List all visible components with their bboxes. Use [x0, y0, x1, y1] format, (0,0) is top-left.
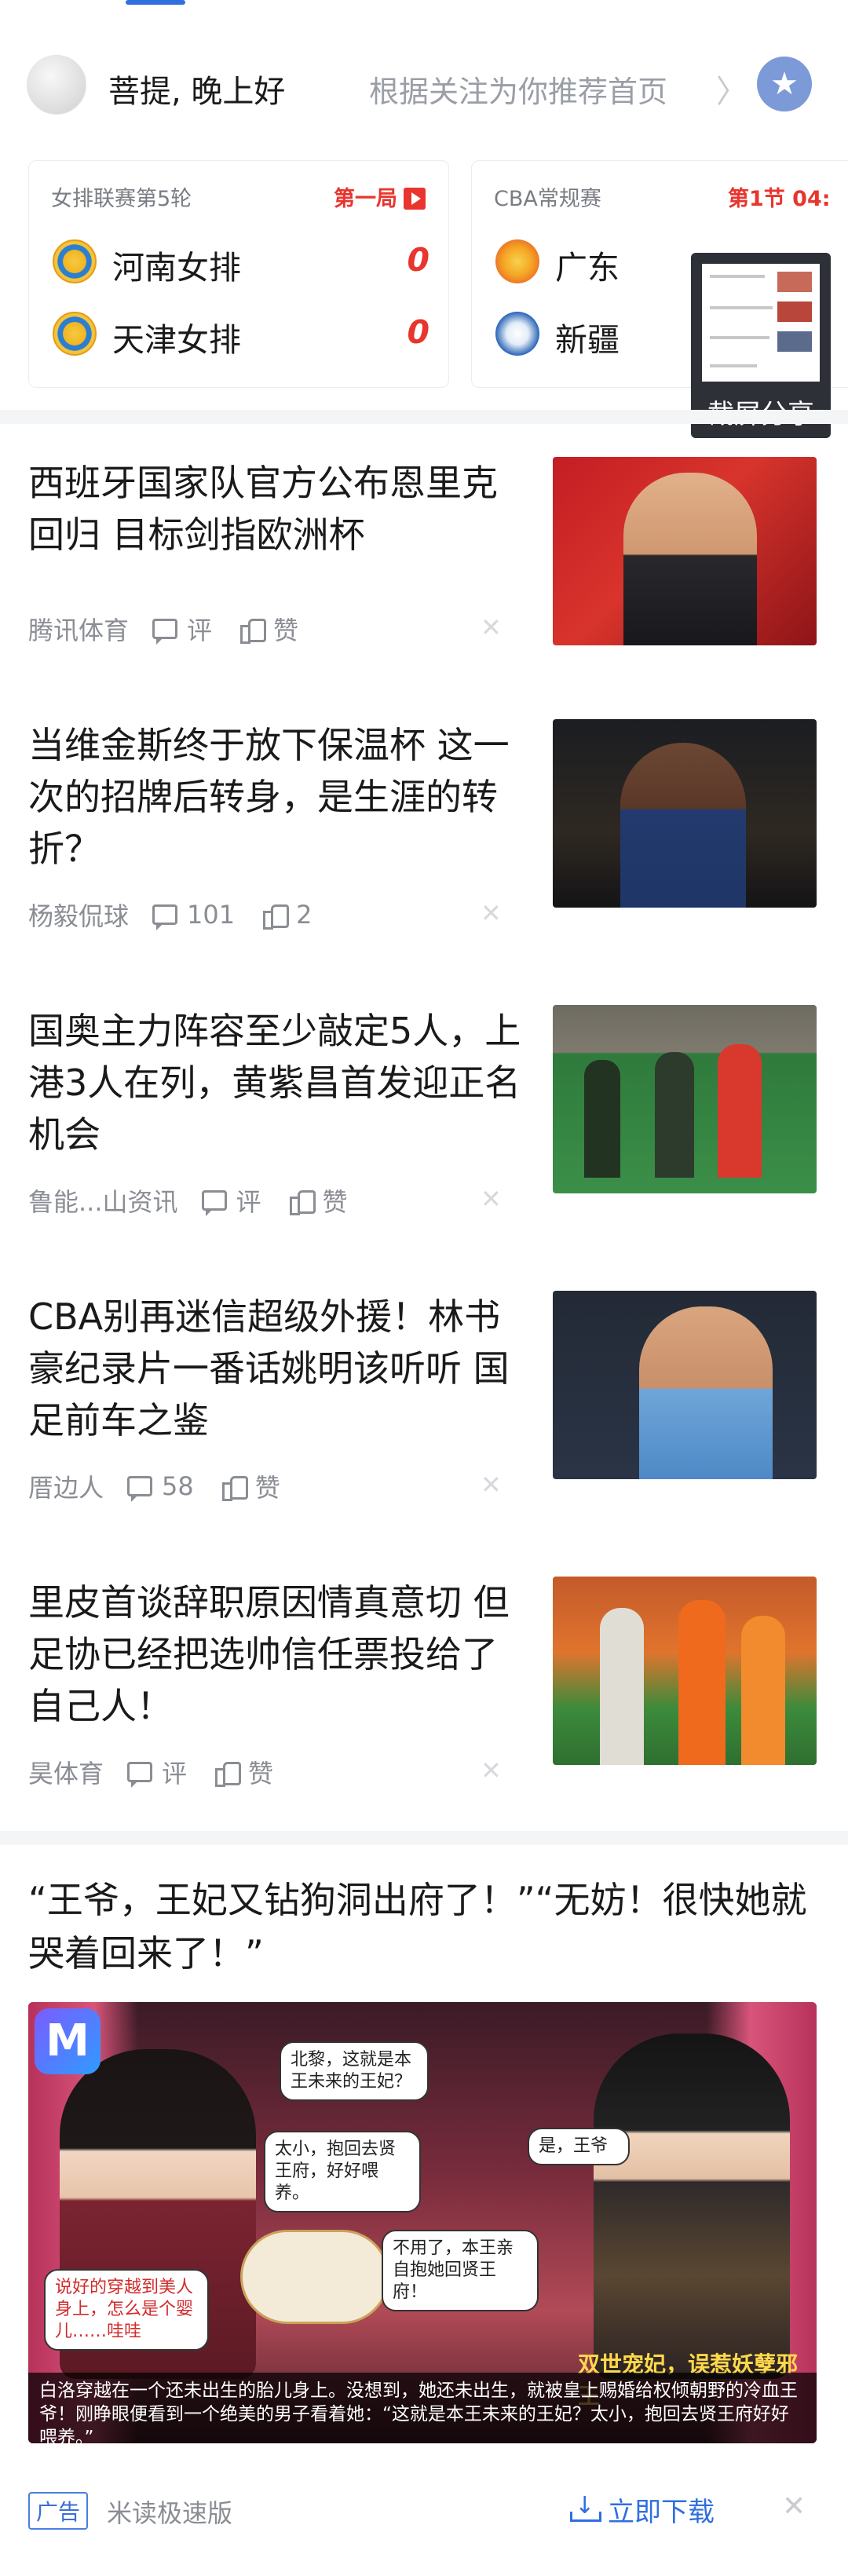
ad-image-caption: 白洛穿越在一个还未出生的胎儿身上。没想到，她还未出生，就被皇上赐婚给权倾朝野的冷… [28, 2373, 817, 2443]
team-score: 0 [407, 241, 429, 279]
match-status: 第一局 [334, 181, 426, 212]
greeting-text: 菩提, 晚上好 [108, 74, 286, 110]
thumbs-up-icon [263, 903, 290, 930]
news-item[interactable]: 西班牙国家队官方公布恩里克回归 目标剑指欧洲杯 腾讯体育 评 赞 ✕ [0, 457, 848, 740]
volleyball-icon [53, 239, 97, 283]
like-button[interactable]: 赞 [221, 1468, 280, 1504]
close-icon[interactable]: ✕ [481, 1756, 502, 1785]
like-button[interactable]: 赞 [240, 611, 298, 647]
like-button[interactable]: 赞 [289, 1182, 348, 1219]
match-status: 第1节 04: [728, 187, 831, 211]
comment-icon [127, 1476, 153, 1502]
team-row: 河南女排 0 [53, 233, 429, 288]
news-thumbnail[interactable] [553, 1291, 817, 1479]
chevron-right-icon[interactable]: 〉 [716, 66, 747, 111]
news-source: 鲁能...山资讯 [28, 1187, 178, 1217]
news-meta: 厝边人 58 赞 [28, 1468, 309, 1504]
news-item[interactable]: 里皮首谈辞职原因情真意切 但足协已经把选帅信任票投给了自己人！ 昊体育 评 赞 … [0, 1577, 848, 1859]
character-figure [594, 2033, 790, 2379]
section-divider [0, 1831, 848, 1845]
close-icon[interactable]: ✕ [782, 2490, 806, 2523]
team-row: 天津女排 0 [53, 305, 429, 360]
recommend-homepage-link[interactable]: 根据关注为你推荐首页 [369, 68, 667, 111]
speech-bubble: 说好的穿越到美人身上，怎么是个婴儿……哇哇 [44, 2269, 209, 2351]
greeting-bar: 菩提, 晚上好 根据关注为你推荐首页 〉 ★ [0, 39, 848, 133]
speech-bubble: 是，王爷 [528, 2128, 630, 2165]
comment-button[interactable]: 评 [127, 1754, 187, 1790]
news-meta: 腾讯体育 评 赞 [28, 611, 327, 647]
news-item[interactable]: 国奥主力阵容至少敲定5人，上港3人在列，黄紫昌首发迎正名机会 鲁能...山资讯 … [0, 1005, 848, 1288]
close-icon[interactable]: ✕ [481, 1470, 502, 1500]
close-icon[interactable]: ✕ [481, 1184, 502, 1214]
league-name: CBA常规赛 [494, 187, 601, 211]
comment-button[interactable]: 58 [127, 1471, 194, 1502]
section-divider [0, 410, 848, 424]
speech-bubble: 不用了，本王亲自抱她回贤王府！ [382, 2230, 539, 2311]
ad-title[interactable]: “王爷，王妃又钻狗洞出府了！”“无妨！很快她就哭着回来了！” [28, 1873, 813, 1980]
thumbs-up-icon [221, 1474, 248, 1501]
download-icon [570, 2492, 601, 2523]
thumbs-up-icon [215, 1760, 242, 1787]
app-logo-icon: M [35, 2008, 101, 2074]
star-icon[interactable]: ★ [757, 57, 812, 111]
news-title[interactable]: CBA别再迷信超级外援！林书豪纪录片一番话姚明该听听 国足前车之鉴 [28, 1291, 531, 1446]
ad-source: 米读极速版 [107, 2498, 233, 2528]
thumbs-up-icon [240, 617, 267, 644]
ad-footer: 广告 米读极速版 立即下载 ✕ [28, 2486, 817, 2533]
news-thumbnail[interactable] [553, 719, 817, 908]
speech-bubble: 太小，抱回去贤王府，好好喂养。 [264, 2131, 421, 2212]
team-score: 0 [407, 313, 429, 351]
news-source: 腾讯体育 [28, 616, 130, 645]
comment-icon [152, 619, 178, 645]
team-name: 天津女排 [112, 321, 241, 359]
baby-figure [240, 2230, 389, 2324]
team-name: 广东 [555, 249, 620, 287]
comment-icon [152, 904, 178, 930]
comment-icon [201, 1190, 227, 1216]
league-name: 女排联赛第5轮 [51, 187, 192, 211]
close-icon[interactable]: ✕ [481, 898, 502, 928]
news-title[interactable]: 里皮首谈辞职原因情真意切 但足协已经把选帅信任票投给了自己人！ [28, 1577, 531, 1732]
thumbs-up-icon [289, 1189, 316, 1215]
volleyball-icon [53, 312, 97, 356]
team-name: 新疆 [555, 321, 620, 359]
news-thumbnail[interactable] [553, 1577, 817, 1765]
ad-image[interactable]: M 北黎，这就是本王未来的王妃？ 太小，抱回去贤王府，好好喂养。 是，王爷 不用… [28, 2002, 817, 2443]
news-meta: 昊体育 评 赞 [28, 1754, 302, 1790]
news-source: 杨毅侃球 [28, 901, 130, 931]
team-logo-icon [495, 239, 539, 283]
news-source: 厝边人 [28, 1473, 104, 1503]
news-thumbnail[interactable] [553, 1005, 817, 1193]
news-meta: 鲁能...山资讯 评 赞 [28, 1182, 376, 1219]
download-button[interactable]: 立即下载 [570, 2490, 715, 2529]
score-card-volleyball[interactable]: 女排联赛第5轮 第一局 河南女排 0 天津女排 0 [28, 160, 449, 388]
play-icon[interactable] [404, 188, 426, 210]
news-thumbnail[interactable] [553, 457, 817, 645]
news-title[interactable]: 国奥主力阵容至少敲定5人，上港3人在列，黄紫昌首发迎正名机会 [28, 1005, 531, 1160]
news-meta: 杨毅侃球 101 2 [28, 897, 340, 933]
news-item[interactable]: CBA别再迷信超级外援！林书豪纪录片一番话姚明该听听 国足前车之鉴 厝边人 58… [0, 1291, 848, 1573]
like-button[interactable]: 2 [263, 900, 312, 930]
team-logo-icon [495, 312, 539, 356]
news-source: 昊体育 [28, 1759, 104, 1789]
news-title[interactable]: 西班牙国家队官方公布恩里克回归 目标剑指欧洲杯 [28, 457, 531, 561]
news-item[interactable]: 当维金斯终于放下保温杯 这一次的招牌后转身，是生涯的转折？ 杨毅侃球 101 2… [0, 719, 848, 1002]
close-icon[interactable]: ✕ [481, 612, 502, 642]
user-avatar[interactable] [27, 55, 86, 115]
top-tab-indicator [126, 0, 185, 5]
screenshot-thumbnail[interactable] [702, 264, 820, 382]
like-button[interactable]: 赞 [215, 1754, 273, 1790]
comment-button[interactable]: 101 [152, 900, 235, 930]
speech-bubble: 北黎，这就是本王未来的王妃？ [280, 2041, 429, 2101]
ad-badge: 广告 [28, 2492, 89, 2530]
news-title[interactable]: 当维金斯终于放下保温杯 这一次的招牌后转身，是生涯的转折？ [28, 719, 531, 875]
ad-item[interactable]: “王爷，王妃又钻狗洞出府了！”“无妨！很快她就哭着回来了！” M 北黎，这就是本… [0, 1873, 848, 2576]
team-name: 河南女排 [112, 249, 241, 287]
comment-button[interactable]: 评 [152, 611, 212, 647]
comment-icon [127, 1762, 153, 1788]
comment-button[interactable]: 评 [201, 1182, 261, 1219]
